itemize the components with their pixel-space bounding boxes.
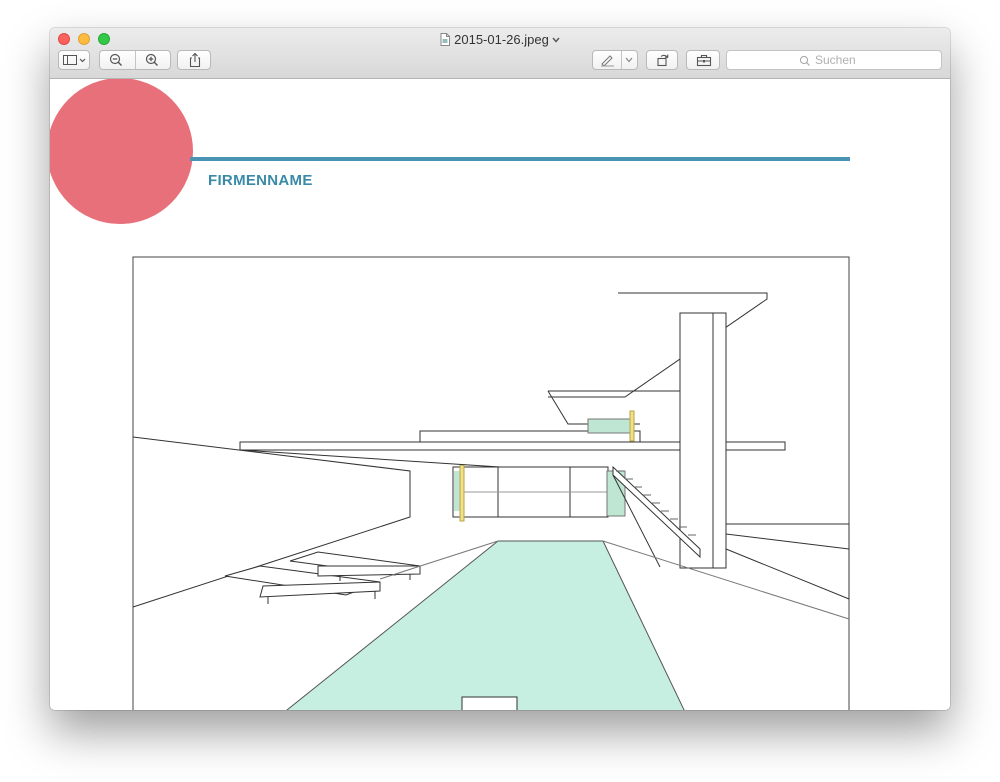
zoom-controls [99,50,171,70]
search-icon [799,55,810,66]
title-bar: 2015-01-26.jpeg Suchen [50,28,950,79]
window-title[interactable]: 2015-01-26.jpeg [50,31,950,49]
sidebar-icon [63,55,86,65]
toolbox-icon [696,54,712,67]
logo-circle [50,79,193,224]
rotate-button[interactable] [646,50,678,70]
share-icon [189,52,201,68]
header-rule [190,157,850,161]
zoom-out-icon[interactable] [108,53,126,67]
zoom-in-icon[interactable] [144,53,162,67]
toolbox-button[interactable] [686,50,720,70]
company-name: FIRMENNAME [208,172,313,189]
chevron-down-icon[interactable] [552,31,560,46]
share-button[interactable] [177,50,211,70]
sidebar-button[interactable] [58,50,90,70]
window-title-text: 2015-01-26.jpeg [454,32,549,47]
rotate-icon [657,54,669,67]
architectural-sketch [132,256,850,710]
markup-pen-icon [601,55,614,67]
document-icon [440,33,451,49]
chevron-down-icon[interactable] [625,57,633,63]
scanned-page [50,79,850,710]
search-placeholder: Suchen [815,53,856,67]
markup-button[interactable] [592,50,638,70]
preview-window: 2015-01-26.jpeg Suchen FIRMENNAME [50,28,950,710]
search-field[interactable]: Suchen [726,50,942,70]
document-view[interactable]: FIRMENNAME [50,79,950,710]
